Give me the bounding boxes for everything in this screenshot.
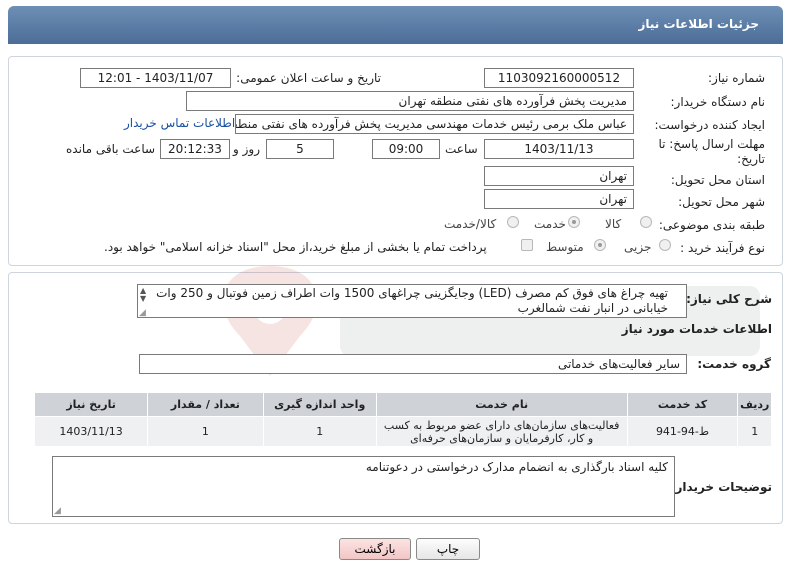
deadline-label-line1: مهلت ارسال پاسخ: تا — [658, 137, 765, 151]
header-bar: جزئیات اطلاعات نیاز — [8, 6, 783, 44]
announce-datetime-label: تاریخ و ساعت اعلان عمومی: — [236, 71, 381, 85]
requester-label: ایجاد کننده درخواست: — [654, 118, 765, 132]
announce-datetime-field[interactable]: 1403/11/07 - 12:01 — [80, 68, 231, 88]
cell-quantity: 1 — [147, 416, 264, 447]
col-need-date: تاریخ نیاز — [33, 392, 149, 417]
col-row: ردیف — [737, 392, 772, 417]
purchase-option-medium: متوسط — [546, 240, 584, 254]
page-frame: جزئیات اطلاعات نیاز شماره نیاز: 11030921… — [0, 0, 789, 574]
service-group-field[interactable]: سایر فعالیت‌های خدماتی — [139, 354, 687, 374]
cell-service-code: ط-94-941 — [626, 416, 739, 447]
summary-label: شرح کلی نیاز: — [686, 292, 772, 306]
buyer-contact-link[interactable]: اطلاعات تماس خریدار — [124, 116, 235, 130]
col-service-code: کد خدمت — [626, 392, 739, 417]
resize-grip-icon[interactable]: ◢ — [139, 308, 146, 318]
category-option-goods: کالا — [605, 217, 622, 231]
services-table: ردیف کد خدمت نام خدمت واحد اندازه گیری ت… — [33, 392, 772, 447]
buyer-notes-field[interactable]: کلیه اسناد بارگذاری به انضمام مدارک درخو… — [52, 456, 675, 517]
buyer-notes-label: توضیحات خریدار: — [670, 480, 772, 494]
treasury-checkbox[interactable] — [521, 239, 533, 251]
city-field[interactable]: تهران — [484, 189, 634, 209]
summary-textarea[interactable]: تهیه چراغ های فوق کم مصرف (LED) وجایگزین… — [137, 284, 687, 318]
summary-scroll-icon[interactable]: ▲ ▼ — [140, 287, 146, 303]
purchase-type-label: نوع فرآیند خرید : — [680, 241, 765, 255]
province-label: استان محل تحویل: — [670, 173, 765, 187]
back-button[interactable]: بازگشت — [339, 538, 411, 560]
table-header-row: ردیف کد خدمت نام خدمت واحد اندازه گیری ت… — [33, 392, 772, 417]
remaining-time-label: ساعت باقی مانده — [66, 142, 156, 156]
col-unit: واحد اندازه گیری — [262, 392, 377, 417]
col-service-name: نام خدمت — [375, 392, 628, 417]
province-field[interactable]: تهران — [484, 166, 634, 186]
category-radio-goods-service[interactable] — [507, 216, 519, 228]
deadline-time-field[interactable]: 09:00 — [372, 139, 440, 159]
cell-unit: 1 — [262, 416, 377, 447]
category-label: طبقه بندی موضوعی: — [658, 218, 765, 232]
city-label: شهر محل تحویل: — [678, 195, 765, 209]
need-number-label: شماره نیاز: — [708, 71, 765, 85]
purchase-radio-medium[interactable] — [594, 239, 606, 251]
services-section-title: اطلاعات خدمات مورد نیاز — [621, 322, 772, 336]
requester-field[interactable]: عباس ملک برمی رئیس خدمات مهندسی مدیریت پ… — [235, 114, 634, 134]
days-label: روز و — [233, 142, 260, 156]
buyer-org-field[interactable]: مدیریت پخش فرآورده های نفتی منطقه تهران — [186, 91, 634, 111]
buyer-org-label: نام دستگاه خریدار: — [670, 95, 766, 109]
deadline-label-line2: تاریخ: — [737, 152, 765, 166]
notes-resize-grip-icon[interactable]: ◢ — [54, 506, 61, 516]
service-group-label: گروه خدمت: — [697, 357, 771, 371]
remaining-time-field[interactable]: 20:12:33 — [160, 139, 230, 159]
treasury-note: پرداخت تمام یا بخشی از مبلغ خرید،از محل … — [104, 240, 487, 254]
category-option-goods-service: کالا/خدمت — [444, 217, 497, 231]
cell-row: 1 — [737, 416, 772, 447]
remaining-days-field[interactable]: 5 — [266, 139, 334, 159]
table-row[interactable]: 1 ط-94-941 فعالیت‌های سازمان‌های دارای ع… — [33, 416, 772, 447]
deadline-date-field[interactable]: 1403/11/13 — [484, 139, 634, 159]
category-radio-service[interactable] — [568, 216, 580, 228]
cell-service-name: فعالیت‌های سازمان‌های دارای عضو مربوط به… — [375, 416, 628, 447]
print-button[interactable]: چاپ — [416, 538, 480, 560]
purchase-radio-minor[interactable] — [659, 239, 671, 251]
deadline-time-label: ساعت — [445, 142, 478, 156]
category-radio-goods[interactable] — [640, 216, 652, 228]
page-title: جزئیات اطلاعات نیاز — [638, 17, 759, 31]
cell-need-date: 1403/11/13 — [33, 416, 149, 447]
category-option-service: خدمت — [534, 217, 566, 231]
need-number-field[interactable]: 1103092160000512 — [484, 68, 634, 88]
col-quantity: تعداد / مقدار — [147, 392, 264, 417]
purchase-option-minor: جزیی — [624, 240, 652, 254]
